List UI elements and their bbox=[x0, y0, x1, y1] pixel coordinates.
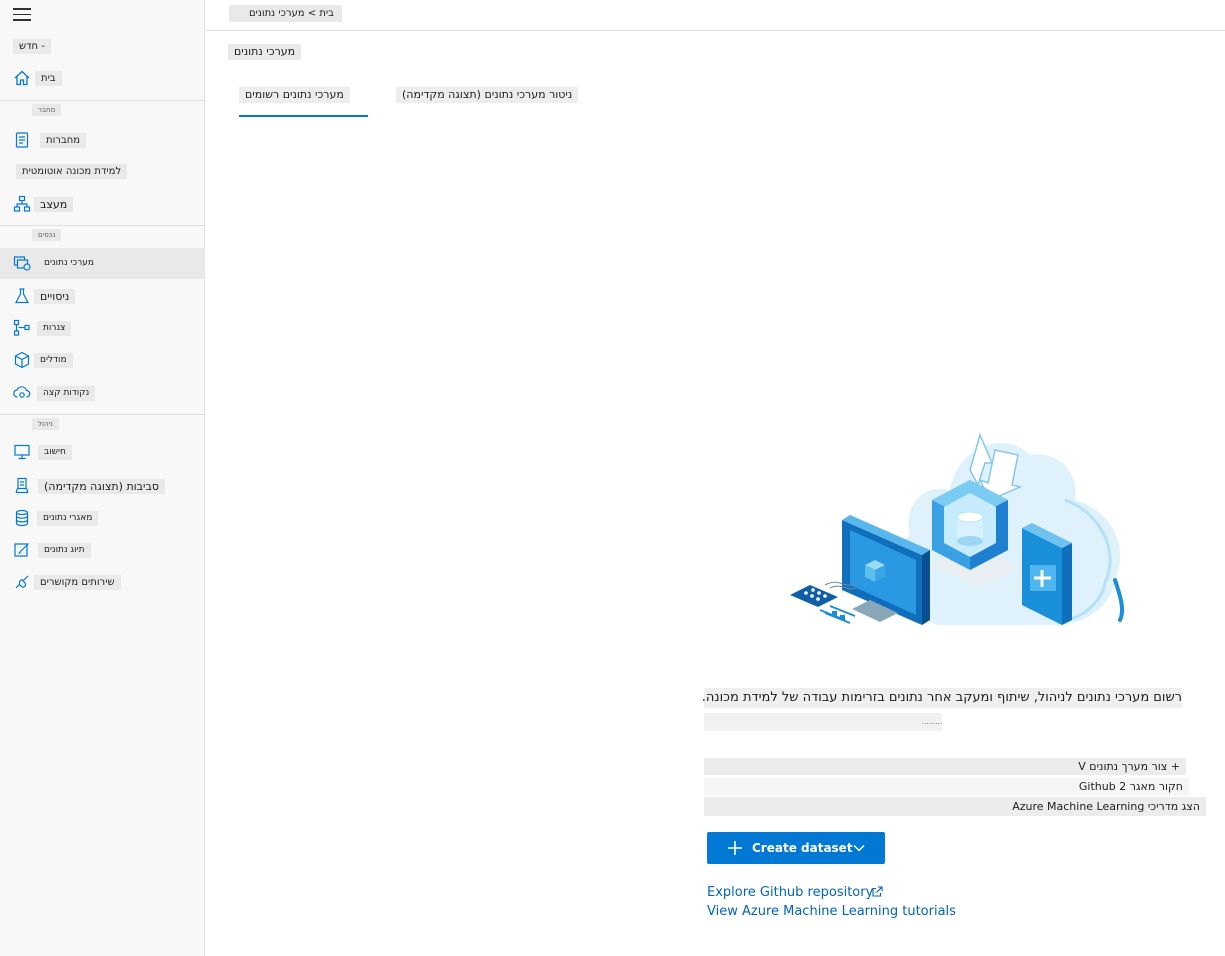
section-assets-heading: נכסים bbox=[32, 229, 62, 241]
header-divider bbox=[206, 30, 1225, 31]
view-tutorials-link[interactable]: View Azure Machine Learning tutorials bbox=[707, 903, 956, 920]
create-dataset-button[interactable]: Create dataset bbox=[707, 832, 885, 864]
sidebar-item-automl[interactable]: למידת מכונה אוטומטית bbox=[0, 156, 205, 186]
sidebar-divider bbox=[0, 100, 205, 101]
create-dataset-label: Create dataset bbox=[752, 841, 853, 855]
sidebar-item-designer[interactable]: מעצב bbox=[0, 189, 205, 219]
hierarchy-icon bbox=[13, 195, 31, 213]
external-link-icon[interactable] bbox=[872, 886, 883, 897]
hint-create-dataset: + צור מערך נתונים V bbox=[704, 758, 1186, 775]
sidebar-item-label: מאגרי נתונים bbox=[37, 511, 99, 526]
flask-icon bbox=[13, 287, 31, 305]
sidebar-item-label: מודלים bbox=[34, 353, 73, 368]
dataset-icon bbox=[13, 254, 31, 272]
sidebar-item-label: צנרות bbox=[37, 321, 72, 336]
datasets-illustration bbox=[790, 432, 1125, 626]
chevron-down-icon[interactable] bbox=[853, 843, 865, 853]
monitor-icon bbox=[13, 443, 31, 461]
hint-view-tutorials: הצג מדריכי Azure Machine Learning bbox=[704, 797, 1206, 816]
sidebar-item-label: סביבות (תצוגה מקדימה) bbox=[38, 479, 165, 494]
sidebar-item-home[interactable]: בית bbox=[0, 63, 205, 93]
home-icon bbox=[13, 69, 31, 87]
breadcrumb[interactable]: בית > מערכי נתונים bbox=[229, 5, 342, 22]
plus-icon bbox=[728, 841, 742, 855]
sidebar-item-label: שירותים מקושרים bbox=[34, 575, 121, 590]
sidebar-item-experiments[interactable]: ניסויים bbox=[0, 281, 205, 311]
sidebar-item-label: תיוג נתונים bbox=[38, 543, 91, 558]
section-author-heading: מחבר bbox=[32, 104, 62, 116]
notebook-icon bbox=[13, 131, 31, 149]
cloud-endpoint-icon bbox=[13, 384, 31, 402]
sidebar-item-label: מעצב bbox=[34, 197, 74, 212]
section-manage-heading: ניהול bbox=[32, 418, 59, 430]
environment-icon bbox=[13, 477, 31, 495]
tab-registered-datasets[interactable]: מערכי נתונים רשומים bbox=[239, 87, 350, 103]
database-icon bbox=[13, 509, 31, 527]
explore-github-link[interactable]: Explore Github repository bbox=[707, 884, 873, 901]
sidebar-item-compute[interactable]: חישוב bbox=[0, 437, 205, 467]
sidebar-item-notebooks[interactable]: מחברות bbox=[0, 125, 205, 155]
sidebar-item-environments[interactable]: סביבות (תצוגה מקדימה) bbox=[0, 471, 205, 501]
edit-icon bbox=[13, 541, 31, 559]
new-button[interactable]: - חדש bbox=[13, 39, 51, 54]
sidebar-item-label: למידת מכונה אוטומטית bbox=[16, 164, 128, 179]
sidebar-item-label: חישוב bbox=[38, 445, 72, 460]
selected-tab-indicator bbox=[239, 115, 368, 117]
sidebar-item-label: נקודות קצה bbox=[37, 386, 96, 401]
hint-explore-github: חקור מאגר 2 Github bbox=[704, 778, 1189, 795]
left-navigation: - חדש בית מחבר מחברות למידת מכונה אוטומט… bbox=[0, 0, 205, 956]
sidebar-item-label: מחברות bbox=[40, 133, 87, 148]
sidebar-item-linked-services[interactable]: שירותים מקושרים bbox=[0, 567, 205, 597]
empty-state-description: רשום מערכי נתונים לניהול, שיתוף ומעקב אח… bbox=[702, 688, 1182, 708]
sidebar-item-label: מערכי נתונים bbox=[38, 256, 101, 271]
page-title: מערכי נתונים bbox=[228, 44, 302, 60]
link-icon bbox=[13, 573, 31, 591]
sidebar-divider bbox=[0, 414, 205, 415]
sidebar-divider bbox=[0, 225, 205, 226]
empty-state-subtext: ......... bbox=[704, 713, 942, 731]
tab-dataset-monitors[interactable]: ניטור מערכי נתונים (תצוגה מקדימה) bbox=[396, 87, 579, 103]
sidebar-item-label: ניסויים bbox=[34, 289, 76, 304]
pipeline-icon bbox=[13, 319, 31, 337]
sidebar-item-datasets[interactable]: מערכי נתונים bbox=[0, 248, 205, 279]
sidebar-item-pipelines[interactable]: צנרות bbox=[0, 313, 205, 343]
sidebar-item-datastores[interactable]: מאגרי נתונים bbox=[0, 503, 205, 533]
sidebar-item-endpoints[interactable]: נקודות קצה bbox=[0, 378, 205, 408]
sidebar-item-label: בית bbox=[35, 71, 62, 86]
sidebar-item-models[interactable]: מודלים bbox=[0, 345, 205, 375]
cube-icon bbox=[13, 351, 31, 369]
sidebar-item-labeling[interactable]: תיוג נתונים bbox=[0, 535, 205, 565]
hamburger-icon[interactable] bbox=[13, 8, 31, 22]
